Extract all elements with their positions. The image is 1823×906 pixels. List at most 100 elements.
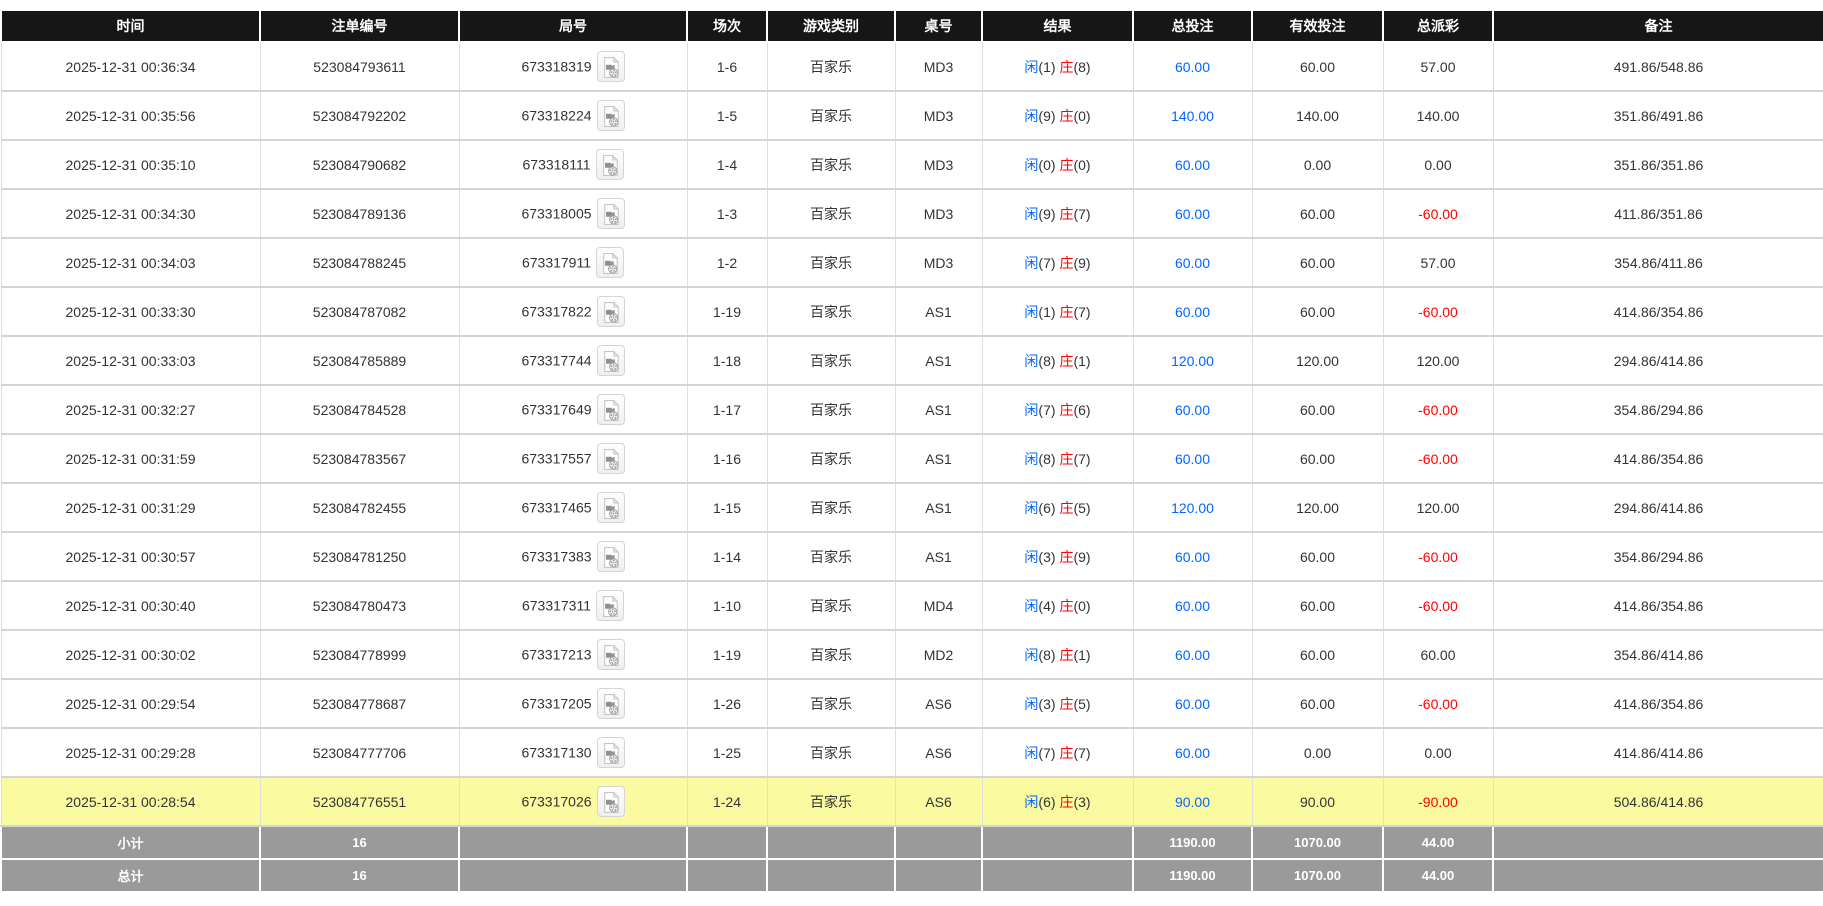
table-row: 2025-12-31 00:34:03523084788245673317911… — [1, 238, 1823, 287]
player-result-label: 闲 — [1024, 745, 1038, 761]
result-cell: 闲(6) 庄(3) — [982, 777, 1133, 826]
banker-result-score: (1) — [1073, 353, 1090, 369]
banker-result-score: (7) — [1073, 206, 1090, 222]
remark-cell: 294.86/414.86 — [1493, 336, 1823, 385]
time-cell: 2025-12-31 00:31:29 — [1, 483, 260, 532]
table-number-cell: AS6 — [895, 728, 982, 777]
video-replay-button[interactable] — [597, 345, 625, 376]
total-bet-link[interactable]: 60.00 — [1175, 549, 1210, 565]
video-replay-button[interactable] — [597, 492, 625, 523]
game-type-cell: 百家乐 — [767, 140, 895, 189]
summary-round — [459, 826, 687, 859]
round-cell: 673317557 — [459, 434, 687, 483]
result-cell: 闲(3) 庄(5) — [982, 679, 1133, 728]
total-bet-cell: 60.00 — [1133, 728, 1252, 777]
remark-cell: 414.86/354.86 — [1493, 581, 1823, 630]
video-replay-button[interactable] — [597, 51, 625, 82]
table-summary: 小计161190.001070.0044.00总计161190.001070.0… — [1, 826, 1823, 892]
total-bet-link[interactable]: 60.00 — [1175, 59, 1210, 75]
total-bet-link[interactable]: 60.00 — [1175, 157, 1210, 173]
remark-cell: 354.86/294.86 — [1493, 532, 1823, 581]
bet-id-cell: 523084778999 — [260, 630, 459, 679]
payout-cell: -60.00 — [1383, 532, 1493, 581]
time-cell: 2025-12-31 00:34:30 — [1, 189, 260, 238]
video-file-icon — [602, 459, 620, 474]
video-file-icon — [602, 802, 620, 817]
player-result-label: 闲 — [1024, 647, 1038, 663]
round-number: 673318319 — [521, 59, 591, 75]
round-number: 673317557 — [521, 451, 591, 467]
total-bet-link[interactable]: 60.00 — [1175, 451, 1210, 467]
total-bet-link[interactable]: 60.00 — [1175, 402, 1210, 418]
result-cell: 闲(1) 庄(8) — [982, 42, 1133, 91]
video-replay-button[interactable] — [597, 443, 625, 474]
round-cell: 673317822 — [459, 287, 687, 336]
payout-cell: 0.00 — [1383, 728, 1493, 777]
banker-result-score: (7) — [1073, 451, 1090, 467]
summary-valid-bet: 1070.00 — [1252, 859, 1383, 892]
total-bet-link[interactable]: 60.00 — [1175, 647, 1210, 663]
player-result-score: (3) — [1038, 696, 1055, 712]
time-cell: 2025-12-31 00:35:10 — [1, 140, 260, 189]
table-row: 2025-12-31 00:31:59523084783567673317557… — [1, 434, 1823, 483]
banker-result-score: (3) — [1073, 794, 1090, 810]
total-bet-link[interactable]: 60.00 — [1175, 745, 1210, 761]
video-replay-button[interactable] — [597, 198, 625, 229]
column-header-remark: 备注 — [1493, 10, 1823, 42]
banker-result-label: 庄 — [1059, 500, 1073, 516]
video-replay-button[interactable] — [597, 100, 625, 131]
total-bet-link[interactable]: 120.00 — [1171, 353, 1214, 369]
game-type-cell: 百家乐 — [767, 189, 895, 238]
round-number: 673317465 — [521, 500, 591, 516]
game-type-cell: 百家乐 — [767, 42, 895, 91]
total-bet-link[interactable]: 140.00 — [1171, 108, 1214, 124]
round-cell: 673317213 — [459, 630, 687, 679]
banker-result-label: 庄 — [1059, 304, 1073, 320]
remark-cell: 414.86/414.86 — [1493, 728, 1823, 777]
video-replay-button[interactable] — [596, 149, 624, 180]
game-type-cell: 百家乐 — [767, 777, 895, 826]
summary-round — [459, 859, 687, 892]
video-replay-button[interactable] — [597, 296, 625, 327]
column-header-result: 结果 — [982, 10, 1133, 42]
summary-session — [687, 826, 767, 859]
summary-game — [767, 826, 895, 859]
banker-result-label: 庄 — [1059, 59, 1073, 75]
payout-cell: -60.00 — [1383, 581, 1493, 630]
video-replay-button[interactable] — [596, 247, 624, 278]
total-bet-link[interactable]: 90.00 — [1175, 794, 1210, 810]
total-bet-link[interactable]: 60.00 — [1175, 255, 1210, 271]
banker-result-label: 庄 — [1059, 696, 1073, 712]
total-bet-cell: 60.00 — [1133, 630, 1252, 679]
video-replay-button[interactable] — [597, 786, 625, 817]
bet-id-cell: 523084793611 — [260, 42, 459, 91]
remark-cell: 491.86/548.86 — [1493, 42, 1823, 91]
total-bet-link[interactable]: 120.00 — [1171, 500, 1214, 516]
bet-id-cell: 523084784528 — [260, 385, 459, 434]
total-bet-link[interactable]: 60.00 — [1175, 598, 1210, 614]
player-result-label: 闲 — [1024, 794, 1038, 810]
total-bet-link[interactable]: 60.00 — [1175, 696, 1210, 712]
payout-cell: 60.00 — [1383, 630, 1493, 679]
payout-cell: -60.00 — [1383, 189, 1493, 238]
summary-payout: 44.00 — [1383, 859, 1493, 892]
summary-remark — [1493, 859, 1823, 892]
remark-cell: 414.86/354.86 — [1493, 287, 1823, 336]
result-cell: 闲(3) 庄(9) — [982, 532, 1133, 581]
bet-history-table: 时间注单编号局号场次游戏类别桌号结果总投注有效投注总派彩备注 2025-12-3… — [0, 9, 1823, 893]
video-replay-button[interactable] — [597, 688, 625, 719]
video-file-icon — [602, 361, 620, 376]
total-bet-link[interactable]: 60.00 — [1175, 206, 1210, 222]
video-replay-button[interactable] — [597, 394, 625, 425]
round-number: 673317213 — [521, 647, 591, 663]
video-replay-button[interactable] — [596, 590, 624, 621]
round-cell: 673317311 — [459, 581, 687, 630]
total-bet-link[interactable]: 60.00 — [1175, 304, 1210, 320]
video-replay-button[interactable] — [597, 737, 625, 768]
column-header-table_no: 桌号 — [895, 10, 982, 42]
banker-result-score: (9) — [1073, 549, 1090, 565]
video-replay-button[interactable] — [597, 541, 625, 572]
summary-payout: 44.00 — [1383, 826, 1493, 859]
video-replay-button[interactable] — [597, 639, 625, 670]
bet-id-cell: 523084785889 — [260, 336, 459, 385]
